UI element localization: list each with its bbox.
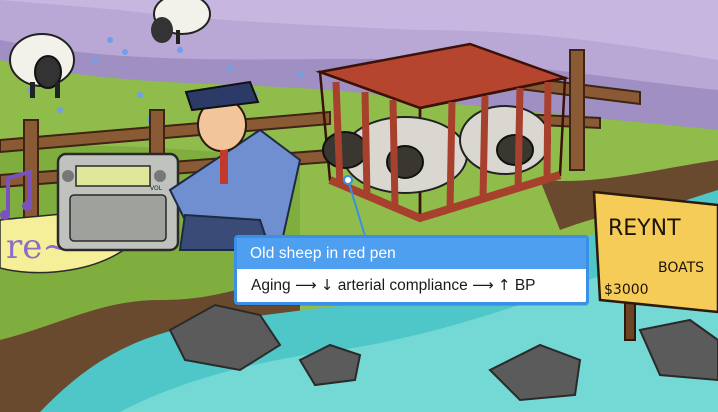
sign-price: $3000 bbox=[604, 282, 649, 298]
radio-brand: VOL bbox=[150, 185, 163, 192]
up-arrow-icon: ↑ bbox=[497, 276, 511, 294]
callout-term-aging: Aging bbox=[251, 277, 291, 294]
down-arrow-icon: ↓ bbox=[320, 276, 334, 294]
mnemonic-callout: Old sheep in red pen Aging ⟶ ↓ arterial … bbox=[234, 235, 589, 305]
callout-term-bp: BP bbox=[514, 277, 536, 294]
callout-body: Aging ⟶ ↓ arterial compliance ⟶ ↑ BP bbox=[237, 269, 586, 302]
illustration-scene: REYNT BOATS $3000 re~ VOL bbox=[0, 0, 718, 412]
callout-term-arterial-compliance: arterial compliance bbox=[337, 277, 468, 294]
sign-line2: BOATS bbox=[658, 260, 704, 276]
callout-title: Old sheep in red pen bbox=[237, 238, 586, 269]
radio: VOL bbox=[56, 152, 180, 252]
sign-line1: REYNT bbox=[608, 216, 681, 241]
right-arrow-icon: ⟶ bbox=[294, 276, 317, 294]
right-arrow-icon: ⟶ bbox=[472, 276, 494, 294]
